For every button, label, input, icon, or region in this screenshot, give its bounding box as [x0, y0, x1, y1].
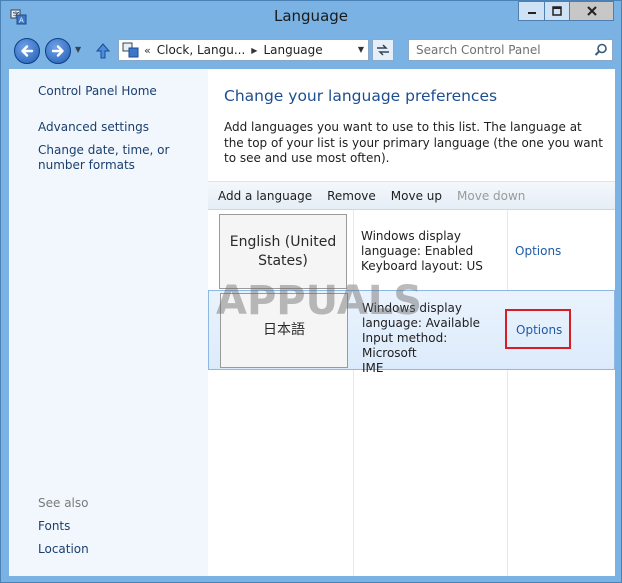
back-button[interactable]	[14, 38, 40, 64]
advanced-settings-link[interactable]: Advanced settings	[38, 120, 149, 135]
language-location-icon	[122, 42, 139, 58]
control-panel-home-link[interactable]: Control Panel Home	[38, 84, 157, 99]
forward-arrow-icon	[51, 45, 64, 57]
back-arrow-icon	[21, 45, 34, 57]
status-line: language: Enabled	[361, 244, 474, 258]
language-row-english[interactable]: English (United States) Windows display …	[208, 210, 615, 290]
status-line: Input method: Microsoft	[362, 331, 448, 360]
remove-button[interactable]: Remove	[327, 189, 376, 203]
move-down-button[interactable]: Move down	[457, 189, 525, 203]
status-line: Windows display	[361, 229, 461, 243]
page-title: Change your language preferences	[224, 87, 498, 105]
title-bar[interactable]: 字 A Language	[1, 1, 621, 33]
language-list: English (United States) Windows display …	[208, 210, 615, 576]
status-line: IME	[362, 361, 384, 375]
location-link[interactable]: Location	[38, 542, 89, 557]
add-language-button[interactable]: Add a language	[218, 189, 312, 203]
fonts-link[interactable]: Fonts	[38, 519, 70, 534]
language-status-japanese: Windows display language: Available Inpu…	[362, 301, 502, 376]
breadcrumb-chevron-icon[interactable]: ▶	[251, 46, 257, 55]
status-line: language: Available	[362, 316, 481, 330]
page-description: Add languages you want to use to this li…	[224, 120, 603, 165]
search-input[interactable]	[409, 40, 589, 60]
language-tile-japanese[interactable]: 日本語	[220, 293, 348, 368]
refresh-button[interactable]	[372, 39, 394, 61]
maximize-icon	[552, 6, 562, 16]
status-line: Keyboard layout: US	[361, 259, 483, 273]
language-status-english: Windows display language: Enabled Keyboa…	[361, 229, 501, 274]
breadcrumb-clock-language[interactable]: Clock, Langu...	[157, 43, 246, 57]
minimize-icon	[527, 12, 536, 14]
main-panel: Change your language preferences Add lan…	[208, 69, 615, 576]
maximize-button[interactable]	[544, 1, 570, 21]
move-up-button[interactable]: Move up	[391, 189, 442, 203]
refresh-icon	[377, 44, 389, 56]
up-level-icon[interactable]	[93, 41, 113, 61]
forward-button[interactable]	[45, 38, 71, 64]
search-icon[interactable]	[594, 43, 608, 57]
address-dropdown-icon[interactable]: ▼	[358, 45, 364, 54]
see-also-label: See also	[38, 496, 89, 510]
language-tile-english[interactable]: English (United States)	[219, 214, 347, 289]
close-icon	[586, 6, 597, 16]
content-area: Control Panel Home Advanced settings Cha…	[9, 69, 615, 576]
status-line: Windows display	[362, 301, 462, 315]
highlight-annotation-box	[505, 309, 571, 349]
close-button[interactable]	[570, 1, 614, 21]
breadcrumb-language[interactable]: Language	[263, 43, 322, 57]
change-date-time-link[interactable]: Change date, time, or number formats	[38, 143, 208, 173]
minimize-button[interactable]	[518, 1, 544, 21]
language-window: 字 A Language ▼ « Clock, Langu... ▶ Langu…	[0, 0, 622, 583]
navigation-bar: ▼ « Clock, Langu... ▶ Language ▼	[1, 33, 621, 67]
recent-pages-dropdown[interactable]: ▼	[75, 45, 81, 54]
options-link-english[interactable]: Options	[515, 244, 561, 258]
language-row-japanese[interactable]: 日本語 Windows display language: Available …	[208, 290, 615, 375]
search-box[interactable]	[408, 39, 613, 61]
sidebar: Control Panel Home Advanced settings Cha…	[9, 69, 208, 576]
address-bar[interactable]: « Clock, Langu... ▶ Language ▼	[118, 39, 369, 61]
breadcrumb-overflow[interactable]: «	[144, 44, 151, 57]
language-toolbar: Add a language Remove Move up Move down	[208, 181, 615, 210]
